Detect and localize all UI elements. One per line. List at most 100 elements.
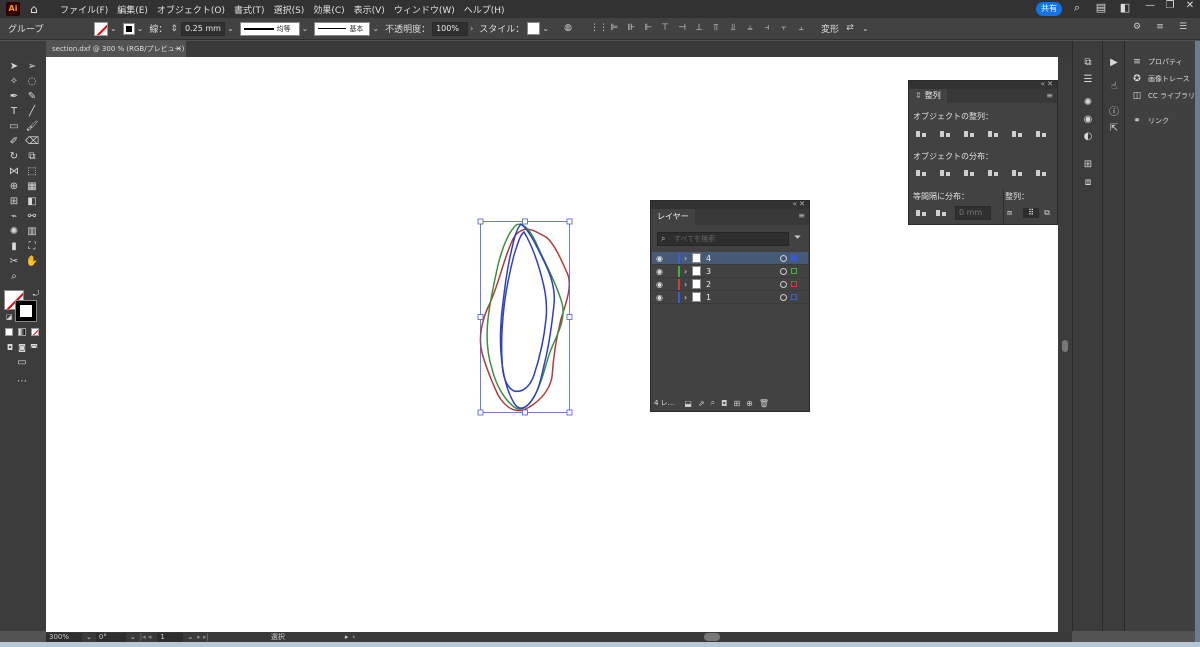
close-icon[interactable]: ✕ [1180, 0, 1200, 11]
target-icon[interactable] [780, 267, 787, 275]
expand-arrow-icon[interactable]: › [684, 254, 692, 263]
eye-icon[interactable]: ◉ [656, 254, 668, 263]
chevron-down-icon[interactable]: ⌄ [130, 633, 136, 641]
clipping-mask-icon[interactable]: ◘ [721, 399, 727, 408]
screen-mode-icon[interactable]: ▭ [15, 357, 29, 369]
align-panel-icon[interactable]: ⊞ [1081, 159, 1095, 171]
gradient-tool-icon[interactable]: ◧ [25, 196, 39, 208]
actions-panel-icon[interactable]: ▶ [1107, 57, 1121, 69]
align-vcenter-icon[interactable]: ⊣ [675, 23, 689, 35]
curvature-tool-icon[interactable]: ✎ [25, 91, 39, 103]
shape-builder-tool-icon[interactable]: ⊕ [7, 181, 21, 193]
align-hcenter-button[interactable] [939, 129, 951, 139]
free-transform-tool-icon[interactable]: ⬚ [25, 166, 39, 178]
distribute-vcenter-button[interactable] [939, 168, 951, 178]
align-to-icon[interactable]: ⋮⋮ [590, 23, 608, 35]
selection-handles[interactable] [477, 218, 573, 416]
lasso-tool-icon[interactable]: ◌ [25, 76, 39, 88]
layer-search-input[interactable]: ⌕ すべてを検索 [657, 232, 789, 246]
align-to-key-object-icon[interactable]: ⠿ [1023, 208, 1039, 218]
distribute-bottom-icon[interactable]: ⫨ [743, 23, 757, 35]
gradient-mode-icon[interactable] [18, 328, 26, 336]
rotation-field[interactable]: 0° [95, 632, 126, 642]
delete-layer-icon[interactable]: 🗑 [759, 399, 769, 408]
expand-arrow-icon[interactable]: › [684, 267, 692, 276]
horizontal-scroll-thumb[interactable] [704, 633, 720, 641]
contour-red-path[interactable] [479, 228, 571, 412]
info-panel-icon[interactable]: ⓘ [1107, 107, 1121, 119]
distribute-right-icon[interactable]: ⫠ [794, 23, 808, 35]
variable-width-profile[interactable]: 均等 [239, 21, 300, 36]
layer-name[interactable]: 2 [706, 280, 778, 289]
minimize-icon[interactable]: — [1140, 0, 1160, 11]
layer-row[interactable]: ◉ › 3 [652, 265, 808, 278]
pathfinder-panel-icon[interactable]: ⧈ [1081, 177, 1095, 189]
layer-row[interactable]: ◉ › 2 [652, 278, 808, 291]
align-tab[interactable]: ⇕ 整列 [909, 89, 947, 103]
perspective-grid-tool-icon[interactable]: ▦ [25, 181, 39, 193]
menu-item[interactable]: オブジェクト(O) [157, 3, 225, 16]
chevron-down-icon[interactable]: ⌄ [862, 24, 869, 33]
document-tab[interactable]: section.dxf @ 300 % (RGB/プレビュー) × [46, 41, 186, 57]
menu-item[interactable]: 効果(C) [313, 3, 344, 16]
direct-selection-tool-icon[interactable]: ➢ [25, 61, 39, 73]
chevron-down-icon[interactable]: ⌄ [542, 24, 549, 33]
eye-icon[interactable]: ◉ [656, 280, 668, 289]
scroll-left-icon[interactable]: ‹ [352, 633, 355, 641]
properties-list-icon[interactable]: ☰ [1081, 74, 1095, 86]
eye-icon[interactable]: ◉ [656, 293, 668, 302]
align-bottom-icon[interactable]: ⊥ [692, 23, 706, 35]
artwork[interactable] [46, 57, 1058, 632]
layer-name[interactable]: 1 [706, 293, 778, 302]
align-hcenter-icon[interactable]: ⊪ [624, 23, 638, 35]
expand-arrow-icon[interactable]: › [684, 293, 692, 302]
scale-tool-icon[interactable]: ⧉ [25, 151, 39, 163]
menu-item[interactable]: ヘルプ(H) [464, 3, 505, 16]
align-right-button[interactable] [963, 129, 975, 139]
slice-tool-icon[interactable]: ✂ [7, 256, 21, 268]
paintbrush-tool-icon[interactable]: 🖌 [25, 121, 39, 133]
layer-name[interactable]: 3 [706, 267, 778, 276]
layers-tab[interactable]: レイヤー [651, 209, 695, 225]
distribute-right-button[interactable] [1035, 168, 1047, 178]
eye-icon[interactable]: ◉ [656, 267, 668, 276]
locate-object-icon[interactable]: ⌕ [711, 398, 715, 408]
distribute-top-button[interactable] [915, 168, 927, 178]
selection-indicator[interactable] [791, 268, 797, 274]
align-to-artboard-icon[interactable]: ⧉ [1039, 208, 1055, 218]
distribute-bottom-button[interactable] [963, 168, 975, 178]
menu-item[interactable]: ウィンドウ(W) [394, 3, 455, 16]
filter-icon[interactable]: ⏷ [794, 233, 801, 243]
bar-graph-tool-icon[interactable]: ▮ [7, 241, 21, 253]
export-icon[interactable]: ⇱ [1107, 123, 1121, 135]
align-left-icon[interactable]: ⊫ [607, 23, 621, 35]
shaper-tool-icon[interactable]: ✐ [7, 136, 21, 148]
appearance-panel-icon[interactable]: ◉ [1081, 114, 1095, 126]
panel-menu-icon[interactable]: ≡ [1046, 91, 1053, 100]
status-menu-icon[interactable]: ▸ [345, 633, 349, 641]
align-to-selection-icon[interactable]: ⧈ [1007, 208, 1023, 218]
chevron-down-icon[interactable]: ⌄ [187, 633, 193, 641]
control-menu-icon[interactable]: ≡ [1153, 22, 1167, 34]
distribute-top-icon[interactable]: ⫪ [709, 23, 723, 35]
selection-indicator[interactable] [791, 281, 797, 287]
new-layer-icon[interactable]: ⊕ [746, 399, 753, 408]
edit-toolbar-icon[interactable]: ⋯ [15, 376, 29, 388]
chevron-down-icon[interactable]: ⌄ [86, 633, 92, 641]
zoom-tool-icon[interactable]: ⌕ [7, 271, 21, 283]
artboard-field[interactable]: 1 [157, 632, 184, 642]
properties-panel-button[interactable]: ≡ プロパティ [1131, 57, 1182, 67]
distribute-vcenter-icon[interactable]: ⫫ [726, 23, 740, 35]
blend-tool-icon[interactable]: ⚯ [25, 211, 39, 223]
brush-definition[interactable]: 基本 [314, 21, 371, 36]
panel-options-icon[interactable]: ⚙ [1130, 22, 1144, 34]
touch-icon[interactable]: ☝ [1107, 81, 1121, 93]
draw-inside-icon[interactable]: ◚ [27, 342, 41, 354]
layer-name[interactable]: 4 [706, 254, 778, 263]
transform-link[interactable]: 変形 [821, 22, 839, 35]
menu-item[interactable]: 選択(S) [274, 3, 305, 16]
vertical-scrollbar[interactable] [1058, 57, 1072, 632]
isolate-icon[interactable]: ⇄ [843, 23, 857, 35]
width-tool-icon[interactable]: ⋈ [7, 166, 21, 178]
distribute-hspace-button[interactable] [935, 208, 947, 218]
